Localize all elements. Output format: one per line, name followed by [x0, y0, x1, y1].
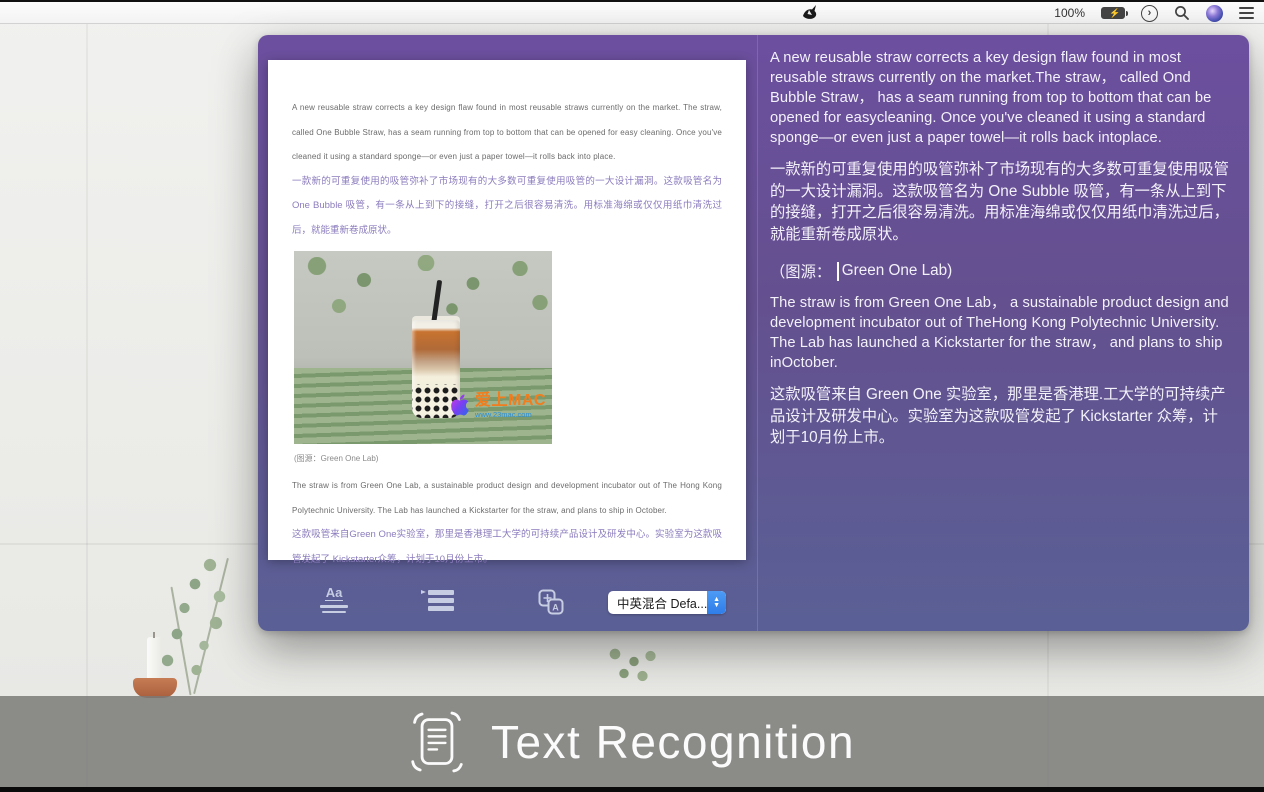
- screen-bottom-bar: [0, 787, 1264, 792]
- text-recognition-window: A new reusable straw corrects a key desi…: [258, 35, 1249, 631]
- caption-prefix: （图源：: [770, 260, 831, 282]
- watermark-url: www.23mac.com: [475, 411, 546, 419]
- banner-title: Text Recognition: [491, 715, 855, 769]
- siri-icon[interactable]: [1206, 5, 1223, 22]
- translate-button[interactable]: A: [538, 589, 564, 615]
- text-recognition-banner: Text Recognition: [0, 696, 1264, 787]
- battery-charging-icon[interactable]: ⚡: [1101, 7, 1125, 19]
- watermark-title: 爱上MAC: [475, 393, 546, 409]
- menu-bar: 100% ⚡ ›: [0, 0, 1264, 24]
- doc-paragraph-en-2: The straw is from Green One Lab, a susta…: [292, 474, 722, 523]
- window-toolbar: Aa A 中英混合 Defa... ▲▼: [258, 565, 1249, 631]
- doc-image-caption: (图源：Green One Lab): [294, 453, 722, 464]
- app-menubar-bird-icon[interactable]: [800, 3, 820, 21]
- doc-paragraph-en-1: A new reusable straw corrects a key desi…: [292, 96, 722, 170]
- shelf-edge: [1249, 543, 1264, 545]
- recognized-paragraph-zh-2: 这款吸管来自 Green One 实验室，那里是香港理.工大学的可持续产品设计及…: [770, 384, 1233, 449]
- source-document: A new reusable straw corrects a key desi…: [268, 60, 746, 560]
- search-icon[interactable]: [1174, 5, 1190, 21]
- recognized-paragraph-zh-1: 一款新的可重复使用的吸管弥补了市场现有的大多数可重复使用吸管的一大设计漏洞。这款…: [770, 159, 1233, 245]
- text-format-button[interactable]: Aa: [320, 584, 348, 613]
- language-mode-value: 中英混合 Defa...: [608, 593, 707, 612]
- recognized-paragraph-en-2: The straw is from Green One Lab， a susta…: [770, 293, 1233, 373]
- text-cursor: [837, 262, 839, 281]
- bubble-tea-photo: 爱上MAC www.23mac.com: [294, 251, 552, 444]
- eucalyptus-plant: [150, 556, 270, 696]
- recognized-paragraph-en-1: A new reusable straw corrects a key desi…: [770, 48, 1233, 148]
- vase-plant: [600, 648, 660, 696]
- scan-document-icon: [409, 710, 465, 774]
- notification-list-icon[interactable]: [1239, 7, 1254, 19]
- caption-suffix: Green One Lab): [842, 262, 953, 280]
- apple-logo-icon: [450, 393, 470, 417]
- recognized-caption-line: （图源： Green One Lab): [770, 260, 1233, 282]
- language-mode-select[interactable]: 中英混合 Defa... ▲▼: [608, 591, 726, 614]
- paragraph-list-button[interactable]: [428, 590, 454, 614]
- select-stepper-icon: ▲▼: [707, 591, 726, 614]
- wall-seam: [86, 24, 88, 792]
- recognized-text-pane[interactable]: A new reusable straw corrects a key desi…: [757, 35, 1249, 631]
- watermark-logo: 爱上MAC www.23mac.com: [450, 393, 546, 419]
- doc-paragraph-zh-1: 一款新的可重复使用的吸管弥补了市场现有的大多数可重复使用吸管的一大设计漏洞。这款…: [292, 170, 722, 244]
- circle-chevron-icon[interactable]: ›: [1141, 5, 1158, 22]
- svg-text:A: A: [552, 603, 559, 613]
- shelf-edge: [0, 543, 258, 545]
- battery-percent-label: 100%: [1054, 6, 1085, 20]
